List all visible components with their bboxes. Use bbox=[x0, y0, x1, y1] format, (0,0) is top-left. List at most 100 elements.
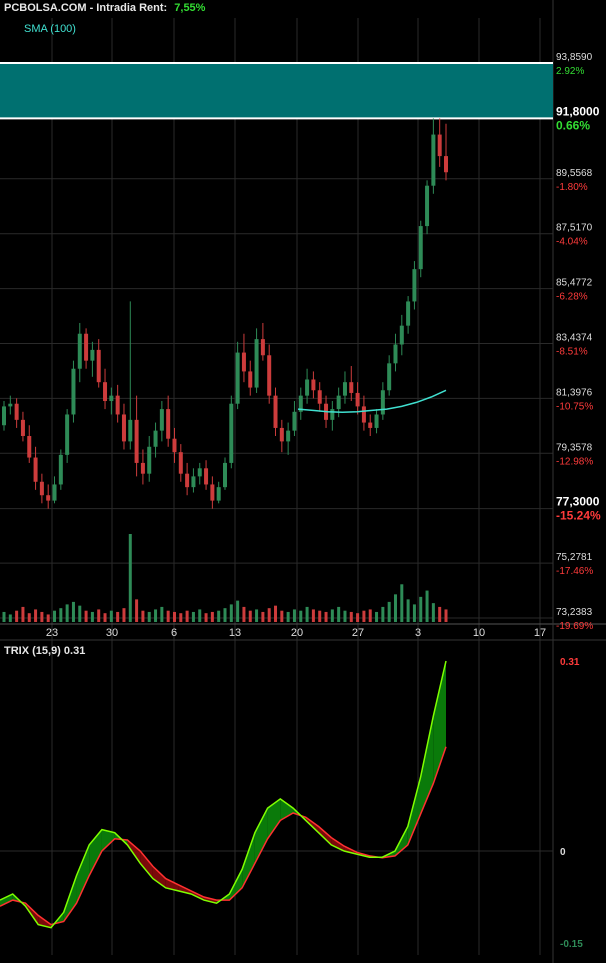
price-level-pct-0: 2.92% bbox=[556, 66, 584, 77]
candle-body-25 bbox=[159, 409, 164, 431]
candle-body-31 bbox=[197, 468, 202, 477]
candle-body-55 bbox=[349, 382, 354, 393]
volume-bar-16 bbox=[103, 613, 107, 622]
volume-bar-50 bbox=[318, 610, 322, 622]
candle-body-8 bbox=[52, 484, 57, 501]
trix-tick-1: 0 bbox=[560, 847, 566, 858]
trix-tick-2: -0.15 bbox=[560, 939, 583, 950]
rent-value: 7,55% bbox=[174, 2, 206, 14]
date-tick-5: 27 bbox=[352, 627, 364, 639]
candle-body-43 bbox=[273, 395, 278, 428]
date-tick-0: 23 bbox=[46, 627, 58, 639]
candle-body-40 bbox=[254, 339, 259, 388]
candle-body-27 bbox=[172, 438, 177, 453]
candle-body-58 bbox=[368, 422, 373, 428]
price-level-pct-10: -19.69% bbox=[556, 621, 593, 632]
volume-bar-25 bbox=[160, 606, 164, 622]
candle-body-48 bbox=[305, 379, 310, 396]
candle-body-63 bbox=[399, 325, 404, 345]
candle-body-41 bbox=[260, 339, 265, 356]
date-tick-6: 3 bbox=[415, 627, 421, 639]
candle-body-56 bbox=[355, 392, 360, 407]
volume-bar-9 bbox=[59, 608, 63, 622]
candle-body-19 bbox=[121, 414, 126, 442]
trix-line bbox=[0, 660, 447, 929]
volume-bar-59 bbox=[375, 611, 379, 622]
price-level-label-8: 77,3000 bbox=[556, 495, 600, 509]
price-level-pct-2: -1.80% bbox=[556, 182, 588, 193]
candle-body-64 bbox=[406, 301, 411, 326]
price-level-label-9: 75,2781 bbox=[556, 552, 593, 563]
date-tick-4: 20 bbox=[291, 627, 303, 639]
price-band bbox=[0, 62, 553, 120]
volume-bar-2 bbox=[15, 610, 19, 622]
volume-bar-35 bbox=[223, 608, 227, 622]
volume-bar-14 bbox=[90, 611, 94, 622]
volume-bar-7 bbox=[46, 614, 50, 622]
candle-body-45 bbox=[286, 430, 291, 442]
candle-body-36 bbox=[229, 403, 234, 463]
volume-bar-11 bbox=[71, 601, 75, 622]
candle-body-53 bbox=[336, 395, 341, 410]
candle-body-15 bbox=[96, 349, 101, 383]
volume-bar-67 bbox=[425, 590, 429, 622]
candle-body-32 bbox=[204, 468, 209, 485]
volume-bar-4 bbox=[27, 613, 31, 622]
volume-bar-70 bbox=[444, 609, 448, 622]
candle-body-50 bbox=[317, 390, 322, 404]
candle-body-30 bbox=[191, 476, 196, 488]
volume-bar-39 bbox=[248, 610, 252, 622]
candle-body-61 bbox=[387, 363, 392, 391]
candle-body-3 bbox=[20, 419, 25, 437]
candle-body-24 bbox=[153, 430, 158, 447]
candle-body-29 bbox=[185, 473, 190, 488]
volume-bar-0 bbox=[2, 611, 6, 622]
candle-body-10 bbox=[65, 414, 70, 455]
volume-bar-61 bbox=[387, 601, 391, 622]
candle-body-20 bbox=[128, 419, 133, 442]
date-tick-2: 6 bbox=[171, 627, 177, 639]
candle-body-44 bbox=[279, 427, 284, 442]
price-level-pct-9: -17.46% bbox=[556, 566, 593, 577]
volume-bar-64 bbox=[406, 599, 410, 622]
mode-label: Intradia bbox=[96, 2, 137, 14]
volume-bar-58 bbox=[368, 609, 372, 622]
volume-bar-37 bbox=[236, 600, 240, 622]
site-name: PCBOLSA.COM bbox=[4, 2, 87, 14]
candle-body-4 bbox=[27, 436, 32, 458]
volume-bar-29 bbox=[185, 610, 189, 622]
volume-bar-30 bbox=[191, 611, 195, 622]
candlesticks bbox=[2, 118, 448, 509]
price-level-label-1: 91,8000 bbox=[556, 104, 600, 118]
candle-body-66 bbox=[418, 226, 423, 270]
volume-bar-22 bbox=[141, 610, 145, 622]
candle-body-37 bbox=[235, 352, 240, 404]
candle-body-0 bbox=[2, 406, 6, 426]
price-level-pct-4: -6.28% bbox=[556, 292, 588, 303]
volume-bar-65 bbox=[412, 604, 416, 622]
volume-bar-62 bbox=[393, 594, 397, 622]
trix-fill-19 bbox=[242, 832, 255, 888]
candle-body-2 bbox=[14, 403, 19, 420]
candle-body-18 bbox=[115, 395, 120, 415]
volume-bar-43 bbox=[274, 605, 278, 622]
candle-body-34 bbox=[216, 487, 221, 501]
volume-bar-27 bbox=[172, 611, 176, 622]
volume-bar-42 bbox=[267, 608, 271, 622]
price-level-label-4: 85,4772 bbox=[556, 278, 593, 289]
volume-bar-26 bbox=[166, 610, 170, 622]
price-level-label-0: 93,8590 bbox=[556, 52, 593, 63]
volume-bar-21 bbox=[135, 599, 139, 622]
candle-body-54 bbox=[342, 382, 347, 396]
candle-body-49 bbox=[311, 379, 316, 391]
date-tick-1: 30 bbox=[106, 627, 118, 639]
volume-bar-19 bbox=[122, 608, 126, 622]
volume-bar-23 bbox=[147, 611, 151, 622]
volume-bar-17 bbox=[109, 610, 113, 622]
volume-bar-40 bbox=[255, 609, 259, 622]
volume-bar-44 bbox=[280, 610, 284, 622]
volume-bar-60 bbox=[381, 606, 385, 622]
candle-body-35 bbox=[223, 462, 227, 488]
candle-body-21 bbox=[134, 419, 139, 463]
volume-bar-12 bbox=[78, 605, 82, 622]
